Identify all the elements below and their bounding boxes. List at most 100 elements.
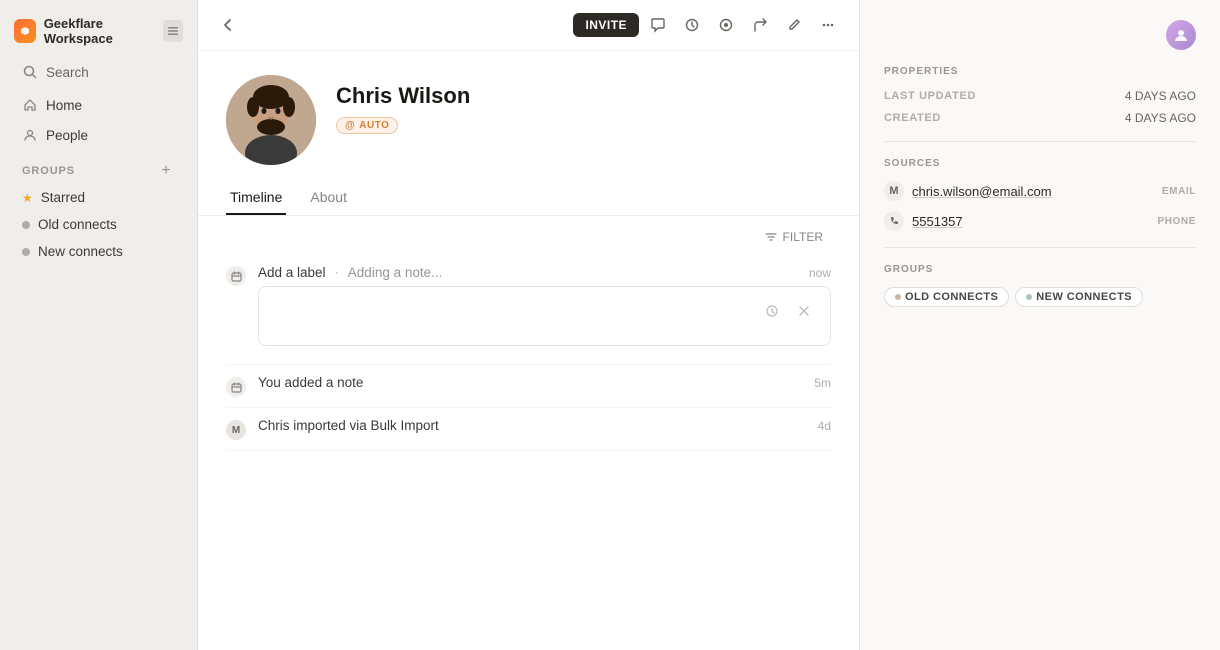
home-icon bbox=[22, 97, 38, 113]
phone-source-type: PHONE bbox=[1157, 216, 1196, 227]
timeline-import-content: Chris imported via Bulk Import 4d bbox=[258, 418, 831, 433]
email-source-value[interactable]: chris.wilson@email.com bbox=[912, 184, 1052, 199]
tab-timeline[interactable]: Timeline bbox=[226, 181, 286, 215]
phone-source-left: 5551357 bbox=[884, 211, 963, 231]
more-button[interactable] bbox=[813, 10, 843, 40]
timeline-time-now: now bbox=[809, 266, 831, 280]
auto-badge: @ AUTO bbox=[336, 117, 398, 134]
search-button[interactable]: Search bbox=[8, 58, 189, 86]
profile-info: Chris Wilson @ AUTO bbox=[336, 75, 831, 134]
chat-button[interactable] bbox=[643, 10, 673, 40]
timeline-item: M Chris imported via Bulk Import 4d bbox=[226, 408, 831, 451]
timeline-time-5m: 5m bbox=[814, 376, 831, 390]
search-label: Search bbox=[46, 65, 89, 80]
timeline-note-text: Add a label · Adding a note... bbox=[258, 264, 442, 282]
old-connects-tag-dot bbox=[895, 294, 901, 300]
created-row: CREATED 4 DAYS AGO bbox=[884, 111, 1196, 125]
sources-section: SOURCES M chris.wilson@email.com EMAIL 5… bbox=[884, 158, 1196, 231]
new-connects-tag-dot bbox=[1026, 294, 1032, 300]
divider-2 bbox=[884, 247, 1196, 248]
note-close-button[interactable] bbox=[790, 297, 818, 325]
timeline-item: Add a label · Adding a note... now bbox=[226, 254, 831, 365]
search-icon bbox=[22, 64, 38, 80]
email-source-type: EMAIL bbox=[1162, 186, 1196, 197]
sidebar-item-old-connects[interactable]: Old connects bbox=[8, 212, 189, 237]
timeline-time-4d: 4d bbox=[818, 419, 831, 433]
sidebar-item-starred-label: Starred bbox=[41, 190, 85, 205]
groups-section-label: GROUPS bbox=[22, 165, 75, 177]
invite-button[interactable]: INVITE bbox=[573, 13, 639, 37]
auto-badge-label: AUTO bbox=[359, 120, 389, 131]
tab-about[interactable]: About bbox=[306, 181, 351, 215]
sidebar-item-people-label: People bbox=[46, 128, 88, 143]
people-icon bbox=[22, 127, 38, 143]
sidebar-header: Geekflare Workspace bbox=[0, 12, 197, 58]
star-icon: ★ bbox=[22, 191, 33, 205]
sidebar-item-home-label: Home bbox=[46, 98, 82, 113]
timeline-toolbar: FILTER bbox=[226, 216, 831, 254]
share-button[interactable] bbox=[745, 10, 775, 40]
divider-1 bbox=[884, 141, 1196, 142]
timeline-item: You added a note 5m bbox=[226, 365, 831, 408]
pin-button[interactable] bbox=[711, 10, 741, 40]
last-updated-label: LAST UPDATED bbox=[884, 90, 976, 102]
note-reminder-button[interactable] bbox=[758, 297, 786, 325]
workspace-icon bbox=[14, 19, 36, 43]
back-button[interactable] bbox=[214, 11, 242, 39]
sidebar-item-old-connects-label: Old connects bbox=[38, 217, 117, 232]
sidebar: Geekflare Workspace Search Home bbox=[0, 0, 198, 650]
avatar bbox=[226, 75, 316, 165]
note-editor-actions bbox=[758, 297, 818, 325]
timeline-note-added-header: You added a note 5m bbox=[258, 375, 831, 390]
properties-title: PROPERTIES bbox=[884, 66, 1196, 77]
sidebar-item-home[interactable]: Home bbox=[8, 91, 189, 119]
profile-name: Chris Wilson bbox=[336, 83, 831, 109]
timeline-note-header: Add a label · Adding a note... now bbox=[258, 264, 831, 282]
sidebar-item-people[interactable]: People bbox=[8, 121, 189, 149]
sidebar-item-new-connects[interactable]: New connects bbox=[8, 239, 189, 264]
old-connects-tag[interactable]: OLD CONNECTS bbox=[884, 287, 1009, 307]
timeline-note-added-content: You added a note 5m bbox=[258, 375, 831, 390]
timeline-import-header: Chris imported via Bulk Import 4d bbox=[258, 418, 831, 433]
sidebar-item-new-connects-label: New connects bbox=[38, 244, 123, 259]
main-content: INVITE bbox=[198, 0, 860, 650]
properties-section: PROPERTIES LAST UPDATED 4 DAYS AGO CREAT… bbox=[884, 66, 1196, 125]
timeline-import-text: Chris imported via Bulk Import bbox=[258, 418, 439, 433]
note-editor[interactable] bbox=[258, 286, 831, 346]
timeline-dot: · bbox=[334, 264, 344, 281]
at-symbol: @ bbox=[345, 120, 355, 131]
add-group-button[interactable]: + bbox=[157, 162, 175, 180]
new-connects-tag-label: NEW CONNECTS bbox=[1036, 291, 1132, 303]
sidebar-item-starred[interactable]: ★ Starred bbox=[8, 185, 189, 210]
user-avatar bbox=[1166, 20, 1196, 50]
phone-source-row: 5551357 PHONE bbox=[884, 211, 1196, 231]
old-connects-dot bbox=[22, 221, 30, 229]
new-connects-dot bbox=[22, 248, 30, 256]
email-source-row: M chris.wilson@email.com EMAIL bbox=[884, 181, 1196, 201]
phone-source-icon bbox=[884, 211, 904, 231]
panel-toggle-icon[interactable] bbox=[163, 20, 183, 42]
timeline-note-content: Add a label · Adding a note... now bbox=[258, 264, 831, 354]
workspace-name: Geekflare Workspace bbox=[44, 16, 163, 46]
workspace-row: Geekflare Workspace bbox=[14, 16, 163, 46]
phone-source-value[interactable]: 5551357 bbox=[912, 214, 963, 229]
email-source-icon: M bbox=[884, 181, 904, 201]
timeline-note-added-text: You added a note bbox=[258, 375, 363, 390]
reminder-button[interactable] bbox=[677, 10, 707, 40]
edit-button[interactable] bbox=[779, 10, 809, 40]
profile-tabs: Timeline About bbox=[198, 181, 859, 216]
toolbar-actions: INVITE bbox=[573, 10, 843, 40]
profile-section: Chris Wilson @ AUTO bbox=[198, 51, 859, 181]
groups-tags: OLD CONNECTS NEW CONNECTS bbox=[884, 287, 1196, 307]
main-toolbar: INVITE bbox=[198, 0, 859, 51]
timeline-area: FILTER Add a label · Adding a note... bbox=[198, 216, 859, 650]
created-value: 4 DAYS AGO bbox=[1125, 111, 1196, 125]
new-connects-tag[interactable]: NEW CONNECTS bbox=[1015, 287, 1143, 307]
groups-header: GROUPS + bbox=[8, 150, 189, 184]
last-updated-row: LAST UPDATED 4 DAYS AGO bbox=[884, 89, 1196, 103]
right-panel-header bbox=[884, 20, 1196, 50]
filter-label: FILTER bbox=[783, 230, 823, 244]
groups-panel-title: GROUPS bbox=[884, 264, 1196, 275]
filter-button[interactable]: FILTER bbox=[757, 226, 831, 248]
last-updated-value: 4 DAYS AGO bbox=[1125, 89, 1196, 103]
